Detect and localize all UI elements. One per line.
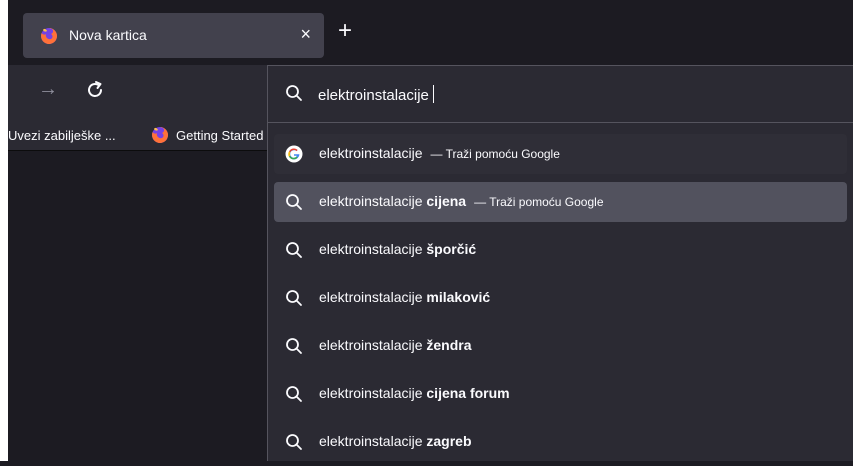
search-icon [285, 241, 303, 259]
tab-title: Nova kartica [69, 27, 147, 43]
suggestion-base: elektroinstalacije [319, 337, 427, 353]
bookmarks-toolbar: Uvezi zabilješke ... Getting Started [8, 121, 268, 151]
new-tab-button[interactable]: + [332, 18, 358, 44]
search-icon [285, 385, 303, 403]
suggestion-completion: šporčić [426, 241, 477, 257]
suggestion-completion: cijena [426, 193, 467, 209]
bookmark-import[interactable]: Uvezi zabilješke ... [8, 128, 116, 143]
suggestion-completion: cijena forum [426, 385, 510, 401]
bookmark-getting-started[interactable]: Getting Started [151, 124, 271, 146]
divider [268, 122, 853, 123]
tab-nova-kartica[interactable]: Nova kartica × [23, 13, 324, 58]
close-tab-icon[interactable]: × [300, 23, 311, 45]
suggestion-item[interactable]: elektroinstalacije žendra [268, 322, 853, 370]
suggestion-text: elektroinstalacije cijena — Traži pomoću … [319, 193, 604, 209]
window-edge [0, 0, 8, 461]
bookmark-label: Getting Started [176, 128, 264, 143]
suggestion-item[interactable]: elektroinstalacije — Traži pomoću Google [268, 130, 853, 178]
search-icon [285, 193, 303, 211]
suggestion-completion: zagreb [426, 433, 472, 449]
suggestion-item[interactable]: elektroinstalacije cijena forum [268, 370, 853, 418]
tab-strip: Nova kartica × + [8, 0, 853, 65]
firefox-icon [152, 126, 169, 143]
suggestion-item[interactable]: elektroinstalacije zagreb [268, 418, 853, 466]
forward-arrow-icon[interactable]: → [38, 78, 58, 101]
suggestion-item[interactable]: elektroinstalacije šporčić [268, 226, 853, 274]
suggestion-base: elektroinstalacije [319, 145, 423, 161]
suggestion-base: elektroinstalacije [319, 289, 427, 305]
suggestion-text: elektroinstalacije žendra [319, 337, 472, 353]
suggestion-text: elektroinstalacije zagreb [319, 433, 472, 449]
suggestion-item[interactable]: elektroinstalacije milaković [268, 274, 853, 322]
suggestion-text: elektroinstalacije — Traži pomoću Google [319, 145, 560, 161]
text-caret [432, 85, 434, 103]
search-icon [285, 289, 303, 307]
urlbar-dropdown: elektroinstalacije elektroinstalacije — T… [267, 65, 853, 461]
suggestion-base: elektroinstalacije [319, 385, 427, 401]
suggestion-text: elektroinstalacije šporčić [319, 241, 476, 257]
suggestion-completion: žendra [426, 337, 472, 353]
suggestion-base: elektroinstalacije [319, 193, 427, 209]
suggestion-list: elektroinstalacije — Traži pomoću Google e… [268, 130, 853, 466]
google-icon [285, 145, 303, 163]
suggestion-action: — Traži pomoću Google [474, 195, 604, 209]
suggestion-text: elektroinstalacije milaković [319, 289, 490, 305]
suggestion-text: elektroinstalacije cijena forum [319, 385, 510, 401]
suggestion-base: elektroinstalacije [319, 241, 427, 257]
search-icon [285, 337, 303, 355]
urlbar-value[interactable]: elektroinstalacije [318, 85, 434, 104]
suggestion-completion: milaković [426, 289, 491, 305]
suggestion-action: — Traži pomoću Google [430, 147, 560, 161]
reload-icon[interactable] [84, 79, 106, 101]
urlbar-input[interactable]: elektroinstalacije [268, 66, 853, 122]
search-icon [285, 433, 303, 451]
suggestion-base: elektroinstalacije [319, 433, 427, 449]
firefox-icon [41, 27, 58, 44]
suggestion-item[interactable]: elektroinstalacije cijena — Traži pomoću … [268, 178, 853, 226]
search-icon [286, 85, 302, 101]
